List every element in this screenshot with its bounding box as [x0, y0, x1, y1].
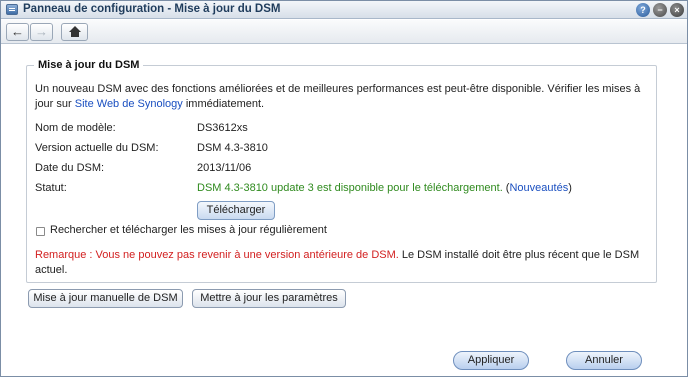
arrow-left-icon: ←: [11, 24, 24, 39]
home-button[interactable]: [61, 23, 88, 41]
version-value: DSM 4.3-3810: [197, 142, 268, 154]
close-icon[interactable]: ×: [670, 3, 684, 17]
home-icon: [68, 26, 81, 38]
help-icon[interactable]: ?: [636, 3, 650, 17]
navigation-toolbar: ← →: [1, 20, 687, 44]
forward-button[interactable]: →: [30, 23, 53, 41]
date-value: 2013/11/06: [197, 162, 252, 174]
status-paren-close: ): [568, 182, 572, 194]
download-button[interactable]: Télécharger: [197, 201, 275, 220]
synology-website-link[interactable]: Site Web de Synology: [75, 98, 183, 110]
status-label: Statut:: [35, 182, 67, 194]
minimize-icon[interactable]: −: [653, 3, 667, 17]
group-legend: Mise à jour du DSM: [34, 59, 144, 71]
title-bar: Panneau de configuration - Mise à jour d…: [1, 1, 687, 19]
window-title: Panneau de configuration - Mise à jour d…: [23, 3, 281, 15]
status-value: DSM 4.3-3810 update 3 est disponible pou…: [197, 182, 572, 194]
manual-update-button[interactable]: Mise à jour manuelle de DSM: [28, 289, 183, 308]
control-panel-window: Panneau de configuration - Mise à jour d…: [0, 0, 688, 377]
control-panel-icon: [6, 4, 18, 15]
arrow-right-icon: →: [35, 24, 48, 39]
model-value: DS3612xs: [197, 122, 248, 134]
downgrade-warning: Remarque : Vous ne pouvez pas revenir à …: [35, 249, 399, 261]
status-text: DSM 4.3-3810 update 3 est disponible pou…: [197, 182, 503, 194]
model-label: Nom de modèle:: [35, 122, 116, 134]
intro-suffix: immédiatement.: [182, 98, 265, 110]
version-label: Version actuelle du DSM:: [35, 142, 159, 154]
whats-new-link[interactable]: Nouveautés: [509, 182, 568, 194]
date-label: Date du DSM:: [35, 162, 105, 174]
update-settings-button[interactable]: Mettre à jour les paramètres: [192, 289, 346, 308]
remark-text: Remarque : Vous ne pouvez pas revenir à …: [35, 248, 645, 278]
cancel-button[interactable]: Annuler: [566, 351, 642, 370]
intro-text: Un nouveau DSM avec des fonctions amélio…: [35, 82, 645, 112]
auto-update-label[interactable]: Rechercher et télécharger les mises à jo…: [50, 224, 327, 236]
auto-update-checkbox[interactable]: [36, 227, 45, 236]
apply-button[interactable]: Appliquer: [453, 351, 529, 370]
back-button[interactable]: ←: [6, 23, 29, 41]
content-area: Mise à jour du DSM Un nouveau DSM avec d…: [1, 45, 687, 376]
